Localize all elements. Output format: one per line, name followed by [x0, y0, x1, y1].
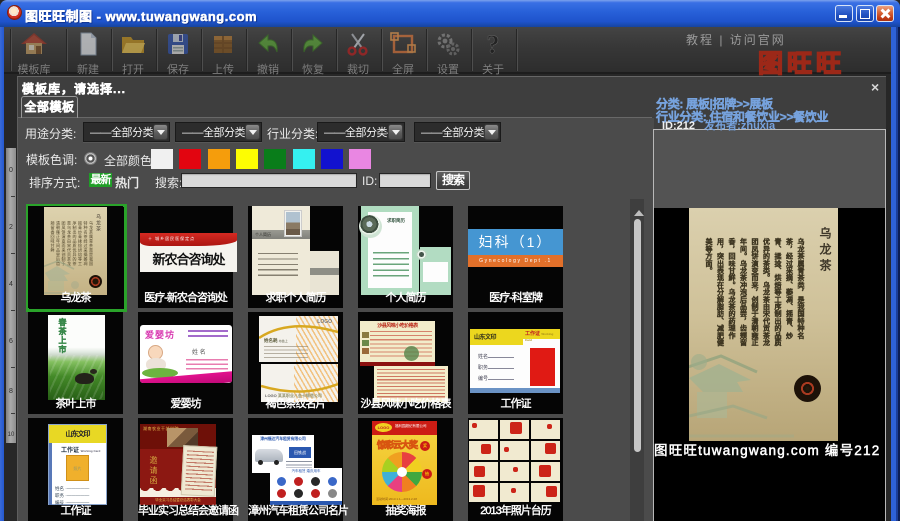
svg-text:?: ?	[487, 30, 500, 58]
